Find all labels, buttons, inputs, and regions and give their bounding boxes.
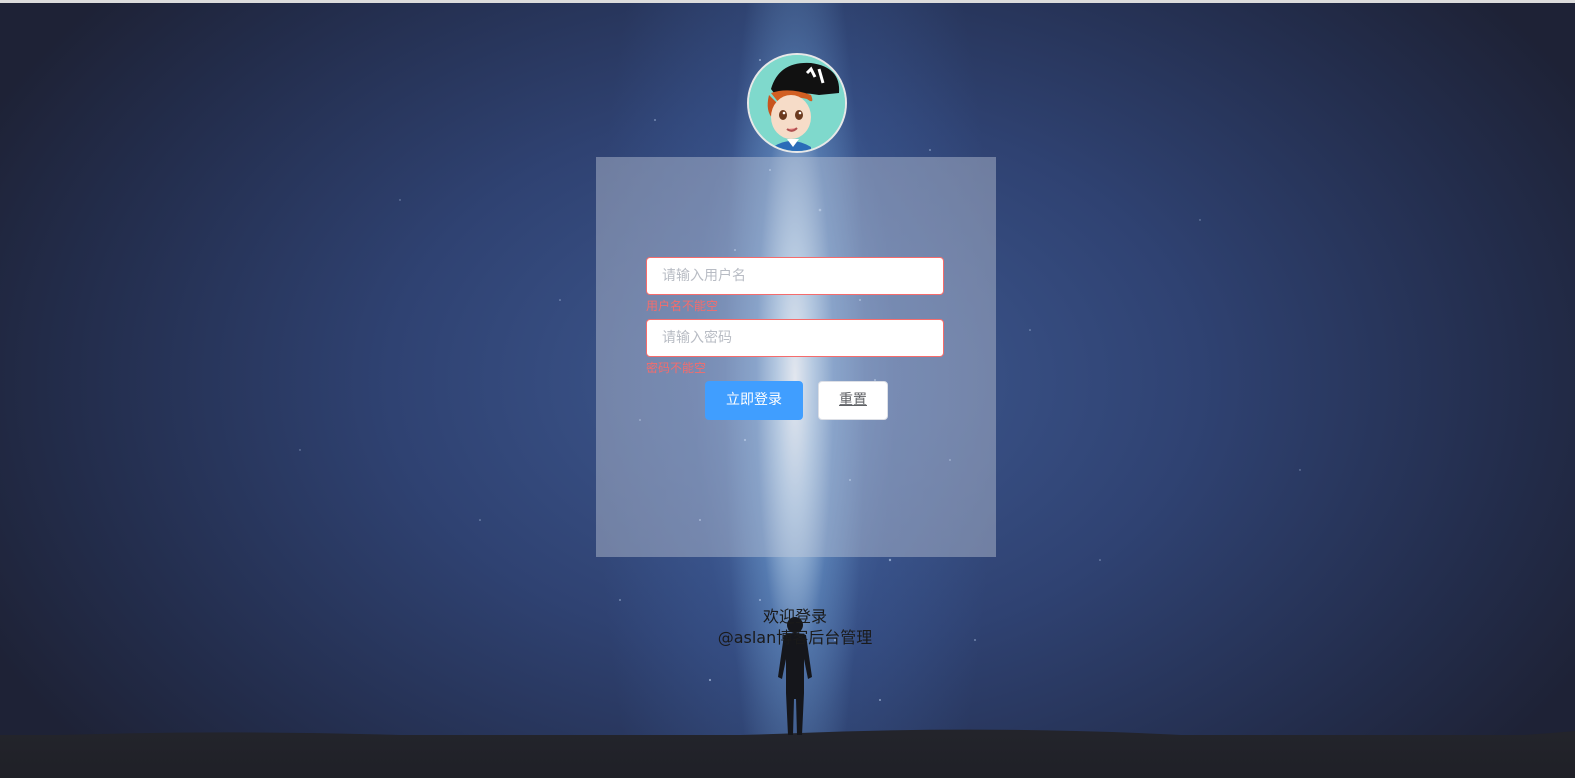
footer: 欢迎登录 @aslan博客后台管理 (640, 606, 950, 648)
login-panel (596, 157, 996, 557)
footer-subtitle: @aslan博客后台管理 (717, 628, 873, 647)
avatar (747, 53, 847, 153)
username-input[interactable] (646, 257, 944, 295)
reset-button[interactable]: 重置 (818, 381, 888, 420)
username-error: 用户名不能空 (646, 299, 719, 313)
welcome-text: 欢迎登录 (762, 607, 827, 626)
password-input[interactable] (646, 319, 944, 357)
cartoon-avatar-icon (749, 55, 845, 151)
ground (0, 735, 1575, 778)
login-button[interactable]: 立即登录 (705, 381, 803, 420)
password-error: 密码不能空 (646, 361, 707, 375)
